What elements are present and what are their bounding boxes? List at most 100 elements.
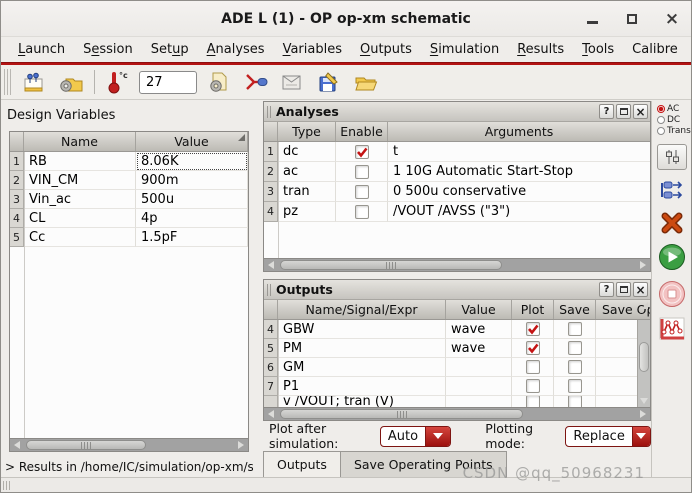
variable-name-cell[interactable]: RB xyxy=(24,152,136,171)
close-panel-icon[interactable]: × xyxy=(633,104,648,119)
output-name-cell[interactable]: v /VOUT; tran (V) xyxy=(278,396,446,407)
float-panel-icon[interactable] xyxy=(616,104,631,119)
column-header-name-signal-expr[interactable]: Name/Signal/Expr xyxy=(278,300,446,319)
tuner-button[interactable] xyxy=(657,144,687,170)
menu-variables[interactable]: Variables xyxy=(274,39,351,60)
plot-checkbox[interactable] xyxy=(526,360,540,374)
plot-checkbox[interactable] xyxy=(526,396,540,407)
analyses-horizontal-scrollbar[interactable] xyxy=(264,258,650,271)
column-header-value[interactable]: Value xyxy=(136,132,248,151)
scroll-right-arrow[interactable] xyxy=(636,408,650,420)
scroll-thumb[interactable] xyxy=(639,342,649,372)
variable-value-cell[interactable]: 1.5pF xyxy=(136,228,248,247)
scroll-left-arrow[interactable] xyxy=(10,439,24,451)
toolbar-drag-handle[interactable] xyxy=(4,69,11,95)
radio-button-icon[interactable] xyxy=(657,116,665,124)
scroll-left-arrow[interactable] xyxy=(264,259,278,271)
float-panel-icon[interactable] xyxy=(616,282,631,297)
save-checkbox[interactable] xyxy=(568,379,582,393)
output-name-cell[interactable]: PM xyxy=(278,339,446,358)
results-browser-icon[interactable] xyxy=(276,67,308,97)
radio-ac[interactable]: AC xyxy=(657,104,691,114)
scroll-thumb[interactable] xyxy=(26,440,146,450)
variable-value-cell[interactable]: 8.06K xyxy=(136,152,248,171)
plot-checkbox[interactable] xyxy=(526,379,540,393)
variable-name-cell[interactable]: CL xyxy=(24,209,136,228)
column-header-plot[interactable]: Plot xyxy=(512,300,554,319)
open-folder-icon[interactable] xyxy=(350,67,382,97)
column-header-value[interactable]: Value xyxy=(446,300,512,319)
chevron-down-icon[interactable] xyxy=(632,427,650,446)
gear-document-icon[interactable] xyxy=(202,67,234,97)
analysis-arguments-cell[interactable]: 1 10G Automatic Start-Stop xyxy=(388,162,650,182)
column-header-type[interactable]: Type xyxy=(278,122,336,141)
close-button[interactable]: × xyxy=(665,12,679,26)
variable-value-cell[interactable]: 500u xyxy=(136,190,248,209)
plot-checkbox[interactable] xyxy=(526,322,540,336)
netlist-icon[interactable] xyxy=(658,179,686,203)
save-checkbox[interactable] xyxy=(568,341,582,355)
dv-horizontal-scrollbar[interactable] xyxy=(10,438,248,451)
plot-checkbox[interactable] xyxy=(526,341,540,355)
column-header-save-options[interactable]: Save Optio xyxy=(596,300,650,319)
menu-outputs[interactable]: Outputs xyxy=(351,39,421,60)
enable-checkbox[interactable] xyxy=(355,185,369,199)
plotting-mode-dropdown[interactable]: Replace xyxy=(565,426,651,447)
output-save-options-cell[interactable] xyxy=(596,320,637,339)
analyses-titlebar[interactable]: Analyses ? × xyxy=(264,102,650,122)
menu-session[interactable]: Session xyxy=(74,39,142,60)
scroll-down-arrow[interactable] xyxy=(638,394,650,407)
analysis-type-cell[interactable]: dc xyxy=(278,142,336,162)
minimize-button[interactable] xyxy=(585,12,599,26)
scroll-left-arrow[interactable] xyxy=(264,408,278,420)
enable-checkbox[interactable] xyxy=(355,205,369,219)
save-checkbox[interactable] xyxy=(568,360,582,374)
output-name-cell[interactable]: P1 xyxy=(278,377,446,396)
menu-calibre[interactable]: Calibre xyxy=(623,39,687,60)
variable-name-cell[interactable]: Cc xyxy=(24,228,136,247)
output-save-options-cell[interactable] xyxy=(596,358,637,377)
plot-outputs-icon[interactable] xyxy=(659,317,685,341)
help-icon[interactable]: ? xyxy=(599,104,614,119)
variable-name-cell[interactable]: VIN_CM xyxy=(24,171,136,190)
menu-help[interactable]: Help xyxy=(687,39,692,60)
radio-button-icon[interactable] xyxy=(657,105,665,113)
scroll-right-arrow[interactable] xyxy=(234,439,248,451)
probe-icon[interactable] xyxy=(239,67,271,97)
variable-value-cell[interactable]: 900m xyxy=(136,171,248,190)
analysis-type-cell[interactable]: pz xyxy=(278,202,336,222)
scroll-thumb[interactable] xyxy=(280,409,523,419)
output-name-cell[interactable]: GM xyxy=(278,358,446,377)
enable-checkbox[interactable] xyxy=(355,145,369,159)
column-header-enable[interactable]: Enable xyxy=(336,122,388,141)
temperature-input[interactable] xyxy=(139,71,197,94)
tab-outputs[interactable]: Outputs xyxy=(263,451,341,479)
output-save-options-cell[interactable] xyxy=(596,377,637,396)
column-header-name[interactable]: Name xyxy=(24,132,136,151)
plot-after-dropdown[interactable]: Auto xyxy=(380,426,451,447)
menu-results[interactable]: Results xyxy=(508,39,573,60)
radio-trans[interactable]: Trans xyxy=(657,126,691,136)
menu-tools[interactable]: Tools xyxy=(573,39,623,60)
analysis-type-cell[interactable]: ac xyxy=(278,162,336,182)
column-header-save[interactable]: Save xyxy=(554,300,596,319)
menu-setup[interactable]: Setup xyxy=(142,39,198,60)
variable-value-cell[interactable]: 4p xyxy=(136,209,248,228)
analysis-arguments-cell[interactable]: t xyxy=(388,142,650,162)
session-setup-icon[interactable] xyxy=(18,67,50,97)
column-header-arguments[interactable]: Arguments xyxy=(388,122,650,141)
enable-checkbox[interactable] xyxy=(355,165,369,179)
open-setup-icon[interactable] xyxy=(55,67,87,97)
stop-simulation-icon[interactable] xyxy=(658,280,686,308)
run-simulation-icon[interactable] xyxy=(658,243,686,271)
close-panel-icon[interactable]: × xyxy=(633,282,648,297)
delete-icon[interactable] xyxy=(660,212,684,234)
save-checkbox[interactable] xyxy=(568,322,582,336)
save-checkbox[interactable] xyxy=(568,396,582,407)
help-icon[interactable]: ? xyxy=(599,282,614,297)
scroll-right-arrow[interactable] xyxy=(636,259,650,271)
menu-launch[interactable]: Launch xyxy=(9,39,74,60)
menu-simulation[interactable]: Simulation xyxy=(421,39,508,60)
analysis-arguments-cell[interactable]: /VOUT /AVSS ("3") xyxy=(388,202,650,222)
save-state-icon[interactable] xyxy=(313,67,345,97)
